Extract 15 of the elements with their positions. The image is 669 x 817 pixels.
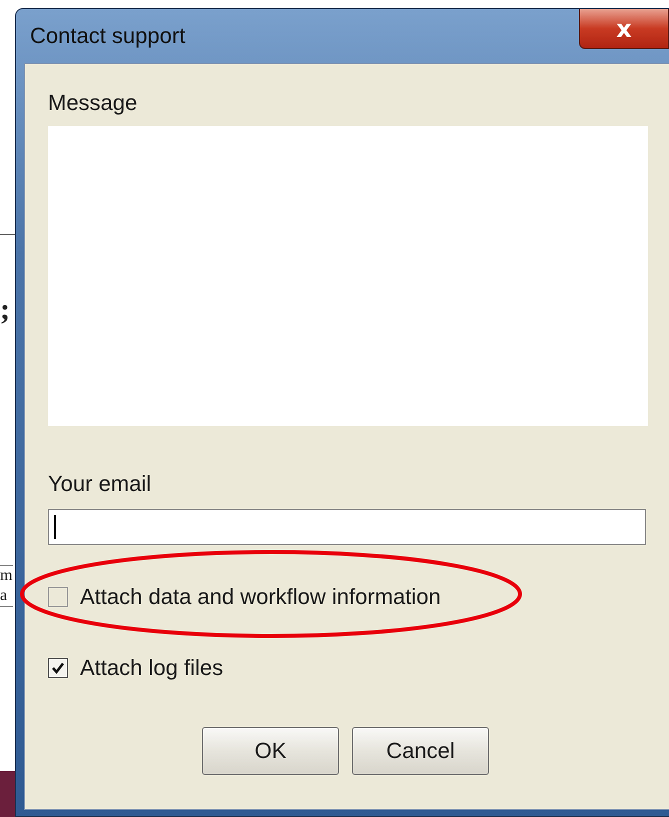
email-field[interactable] (48, 509, 646, 545)
background-text: a (0, 586, 8, 606)
close-button[interactable]: x (579, 9, 669, 49)
background-text: m (0, 566, 13, 586)
dialog-button[interactable]: Cancel (352, 727, 489, 775)
message-field[interactable] (48, 126, 648, 426)
checkmark-icon (51, 660, 65, 674)
dialog-button[interactable]: OK (202, 727, 339, 775)
window-title: Contact support (30, 23, 186, 49)
field-label: Your email (48, 471, 152, 497)
background-text: ; (0, 295, 11, 325)
checkbox[interactable] (48, 658, 68, 678)
checkbox[interactable] (48, 586, 68, 606)
checkbox-label[interactable]: Attach log files (80, 654, 224, 680)
field-label: Message (48, 90, 138, 116)
